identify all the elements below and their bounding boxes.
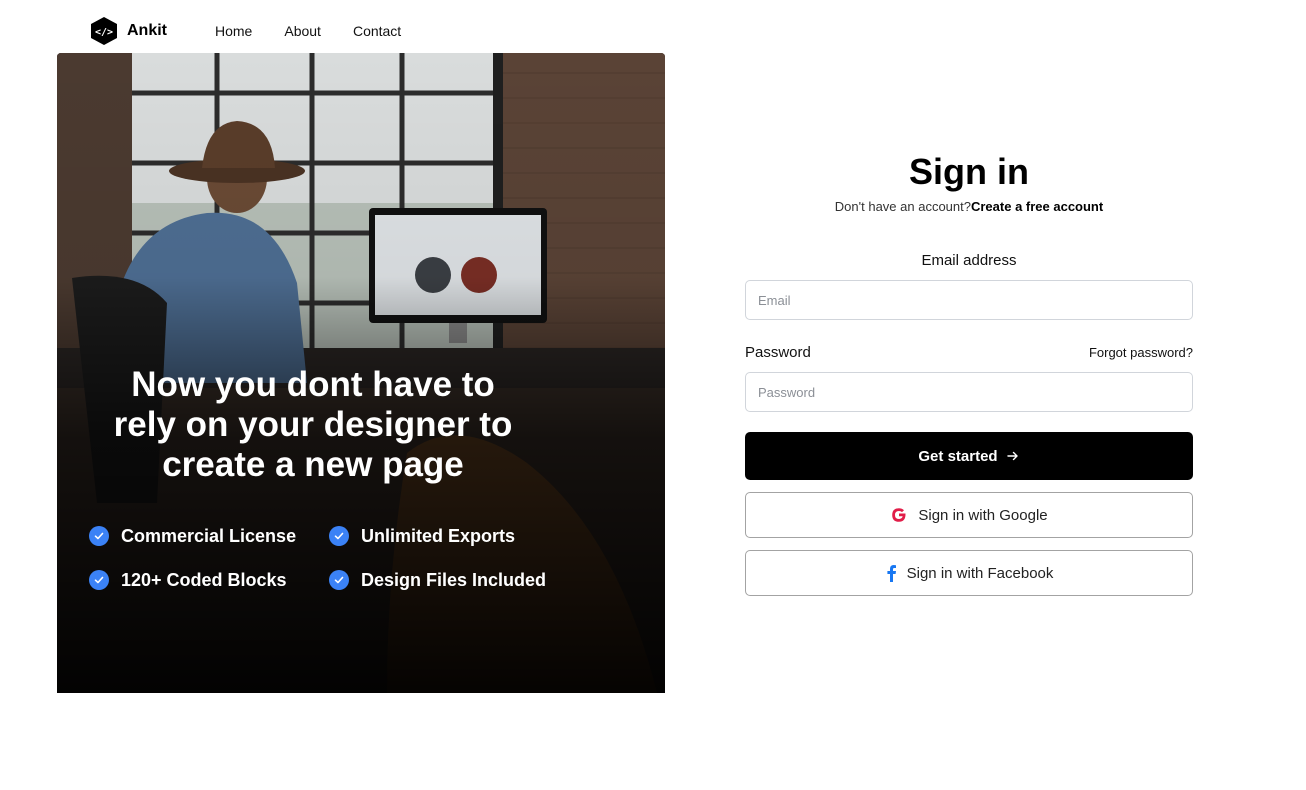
check-circle-icon [329, 570, 349, 590]
feature-list: Commercial License Unlimited Exports 120… [89, 526, 609, 590]
facebook-sign-in-label: Sign in with Facebook [906, 564, 1054, 582]
feature-item: Commercial License [89, 526, 329, 546]
signup-prompt: Don't have an account?Create a free acco… [745, 199, 1193, 214]
brand-name: Ankit [127, 22, 167, 39]
facebook-sign-in-button[interactable]: Sign in with Facebook [745, 550, 1193, 596]
arrow-right-icon [1006, 449, 1020, 463]
feature-label: Commercial License [121, 525, 297, 546]
feature-label: Design Files Included [361, 569, 547, 590]
nav-link-home[interactable]: Home [215, 23, 252, 39]
google-sign-in-button[interactable]: Sign in with Google [745, 492, 1193, 538]
email-field[interactable] [745, 280, 1193, 320]
feature-item: Design Files Included [329, 570, 569, 590]
nav-link-about[interactable]: About [284, 23, 321, 39]
svg-text:</>: </> [95, 27, 113, 38]
forgot-password-link[interactable]: Forgot password? [1089, 345, 1193, 360]
check-circle-icon [89, 570, 109, 590]
password-label: Password [745, 344, 811, 361]
password-field[interactable] [745, 372, 1193, 412]
page-title: Sign in [909, 151, 1029, 192]
sign-in-form: Sign in Don't have an account?Create a f… [745, 150, 1193, 596]
check-circle-icon [329, 526, 349, 546]
password-row: Password Forgot password? [745, 344, 1193, 361]
brand-logo[interactable]: </> Ankit [90, 16, 167, 46]
email-label: Email address [921, 252, 1017, 269]
nav-link-contact[interactable]: Contact [353, 23, 401, 39]
nav-links: Home About Contact [215, 23, 433, 39]
facebook-icon [885, 564, 897, 582]
get-started-button[interactable]: Get started [745, 432, 1193, 480]
check-circle-icon [89, 526, 109, 546]
code-hexagon-icon: </> [91, 17, 117, 45]
hero-heading: Now you dont have to rely on your design… [113, 365, 513, 484]
hero-panel: Now you dont have to rely on your design… [57, 53, 665, 693]
feature-label: Unlimited Exports [361, 525, 516, 546]
feature-item: 120+ Coded Blocks [89, 570, 329, 590]
google-sign-in-label: Sign in with Google [918, 506, 1048, 524]
feature-label: 120+ Coded Blocks [121, 569, 287, 590]
get-started-label: Get started [918, 447, 998, 465]
google-icon [890, 506, 908, 524]
create-account-link[interactable]: Create a free account [971, 199, 1103, 214]
signup-prompt-text: Don't have an account? [834, 199, 971, 214]
top-navbar: </> Ankit Home About Contact [90, 15, 433, 47]
feature-item: Unlimited Exports [329, 526, 569, 546]
